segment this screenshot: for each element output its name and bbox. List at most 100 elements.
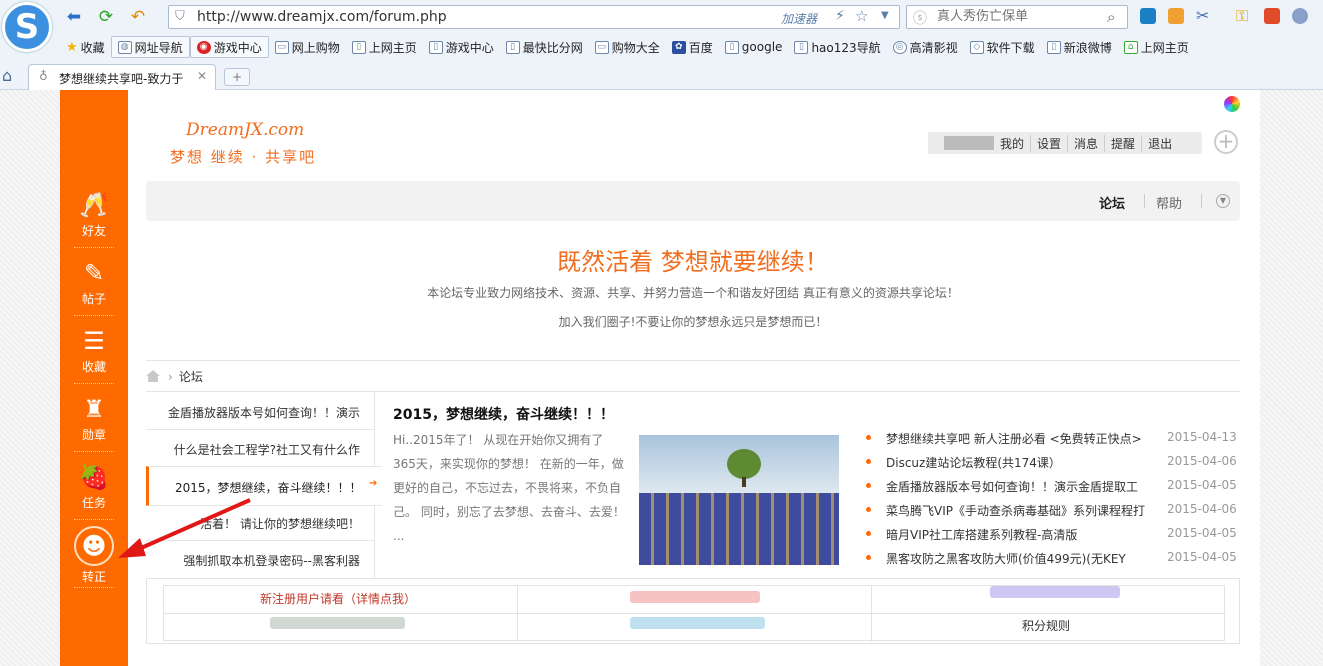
close-icon[interactable]: ✕ [197,69,207,83]
search-input[interactable] [937,9,1107,24]
strawberry-icon: 🍓 [79,463,109,491]
toolbar-app-icon[interactable] [1264,8,1280,24]
menu-icon[interactable] [1292,8,1308,24]
bookmark-item[interactable]: ▯ 游戏中心 [423,36,500,58]
points-rules-link[interactable]: 积分规则 [1022,617,1070,634]
home-icon[interactable]: ⌂ [2,66,12,85]
list-item[interactable]: 金盾播放器版本号如何查询！！演示 [168,404,360,421]
page-icon: ▯ [351,40,366,54]
bulb-icon: ♁ [39,69,48,83]
new-tab-button[interactable]: + [224,68,250,86]
bookmark-item[interactable]: ▭ 网上购物 [269,36,346,58]
toolbar-ext-icon[interactable] [1140,8,1156,24]
list-item[interactable]: 暗月VIP社工库搭建系列教程-高清版 2015-04-05 [866,524,1237,548]
tag-icon: ◇ [969,40,984,54]
list-item[interactable]: 黑客攻防之黑客攻防大师(价值499元)(无KEY 2015-04-05 [866,548,1237,572]
divider [1201,194,1202,208]
search-engine-icon[interactable]: ⓢ [913,8,927,28]
bullet-icon [866,459,871,464]
list-item[interactable]: 金盾播放器版本号如何查询！！演示金盾提取工 2015-04-05 [866,476,1237,500]
tree-shape [727,449,761,479]
nav-help[interactable]: 帮助 [1156,193,1182,212]
plus-icon[interactable]: + [1214,130,1238,154]
arrow-right-icon: ➔ [369,478,378,489]
scissors-icon[interactable]: ✂ [1196,6,1209,25]
sidebar-item-medals[interactable]: ♜ 勋章 [60,386,128,452]
refresh-icon[interactable]: ⟳ [96,8,116,26]
browser-logo-icon[interactable]: S [2,2,52,52]
bookmark-item[interactable]: ▭ 购物大全 [589,36,666,58]
list-item[interactable]: 什么是社会工程学?社工又有什么作 [174,441,360,458]
bookmark-item[interactable]: ✿ 百度 [666,36,719,58]
nav-my[interactable]: 我的 [994,135,1030,152]
post-title[interactable]: 2015，梦想继续，奋斗继续！！！ [393,404,614,424]
blurred-link[interactable] [270,617,405,629]
nav-messages[interactable]: 消息 [1067,134,1104,152]
home-icon[interactable] [146,370,160,382]
blurred-link[interactable] [630,617,765,629]
nav-reminders[interactable]: 提醒 [1104,134,1141,152]
bookmark-item[interactable]: ◍ 网址导航 [110,36,190,58]
bolt-icon[interactable]: ⚡ [835,8,845,24]
search-icon[interactable]: ⌕ [1107,8,1115,26]
url-text[interactable]: http://www.dreamjx.com/forum.php [197,9,447,25]
key-icon[interactable]: ⚿ [1236,6,1248,26]
bullet-icon [866,483,871,488]
back-icon[interactable]: ⬅ [64,8,84,26]
nav-forum[interactable]: 论坛 [1099,193,1125,212]
accelerator-label[interactable]: 加速器 [781,10,817,27]
bookmark-item[interactable]: ▯ google [719,36,789,58]
toolbar-tool-icon[interactable] [1168,8,1184,24]
nav-settings[interactable]: 设置 [1030,134,1067,152]
main-nav: 论坛 帮助 ▼ [146,181,1240,221]
bookmark-item[interactable]: ★ 收藏 [60,36,111,58]
sidebar-item-friends[interactable]: 🥂 好友 [60,182,128,248]
undo-icon[interactable]: ↶ [128,8,148,26]
username-blurred [944,136,994,150]
field-shape [639,493,839,565]
blurred-link[interactable] [990,586,1120,598]
address-bar[interactable]: ⛉ http://www.dreamjx.com/forum.php 加速器 ⚡… [168,5,900,29]
post-image[interactable] [639,435,839,565]
bookmark-item[interactable]: ◎ 高清影视 [887,36,964,58]
blurred-link[interactable] [630,591,760,603]
bookmark-item[interactable]: ▯ 新浪微博 [1041,36,1118,58]
bullet-icon [866,435,871,440]
sidebar-item-favorites[interactable]: ☰ 收藏 [60,318,128,384]
page-icon: ▯ [724,40,739,54]
chevron-down-icon[interactable]: ▼ [1216,194,1230,208]
color-theme-icon[interactable] [1224,96,1240,112]
folder-icon: ▭ [594,40,609,54]
bookmark-item[interactable]: ⌂ 上网主页 [1118,36,1195,58]
bookmark-item[interactable]: ▯ hao123导航 [788,36,886,58]
star-icon: ★ [66,39,78,55]
bullet-icon [866,531,871,536]
arrow-head [118,538,146,558]
nav-logout[interactable]: 退出 [1141,134,1178,152]
bookmark-item[interactable]: ▯ 最快比分网 [500,36,589,58]
post-excerpt: Hi..2015年了！ 从现在开始你又拥有了365天，来实现你的梦想！ 在新的一… [393,433,625,543]
divider [164,613,1226,614]
dropdown-icon[interactable]: ▼ [881,10,889,21]
register-link[interactable]: 新注册用户请看（详情点我） [260,590,416,607]
browser-tab[interactable]: ♁ 梦想继续共享吧-致力于 ✕ [28,64,216,90]
site-logo-subtitle[interactable]: 梦想 继续 · 共享吧 [170,146,316,167]
page-icon: ▯ [505,40,520,54]
site-logo[interactable]: DreamJX.com [186,120,304,140]
sidebar-item-posts[interactable]: ✎ 帖子 [60,250,128,316]
note-icon: ✎ [83,259,105,287]
list-item[interactable]: 菜鸟腾飞VIP《手动查杀病毒基础》系列课程程打 2015-04-06 [866,500,1237,524]
search-box[interactable]: ⓢ ⌕ [906,5,1128,29]
medal-icon: ♜ [83,395,105,423]
bookmark-item[interactable]: ◉ 游戏中心 [189,36,269,58]
page-icon: ▯ [794,40,809,54]
divider [146,360,1240,361]
bookmark-item[interactable]: ◇ 软件下载 [964,36,1041,58]
list-item[interactable]: Discuz建站论坛教程(共174课） 2015-04-06 [866,452,1237,476]
bookmark-item[interactable]: ▯ 上网主页 [346,36,423,58]
folder-icon: ▭ [274,40,289,54]
page-icon: ▯ [428,40,443,54]
list-item[interactable]: 梦想继续共享吧 新人注册必看 <免费转正快点> 2015-04-13 [866,428,1237,452]
star-icon[interactable]: ☆ [855,7,868,25]
site-invite: 加入我们圈子!不要让你的梦想永远只是梦想而已！ [558,315,828,329]
